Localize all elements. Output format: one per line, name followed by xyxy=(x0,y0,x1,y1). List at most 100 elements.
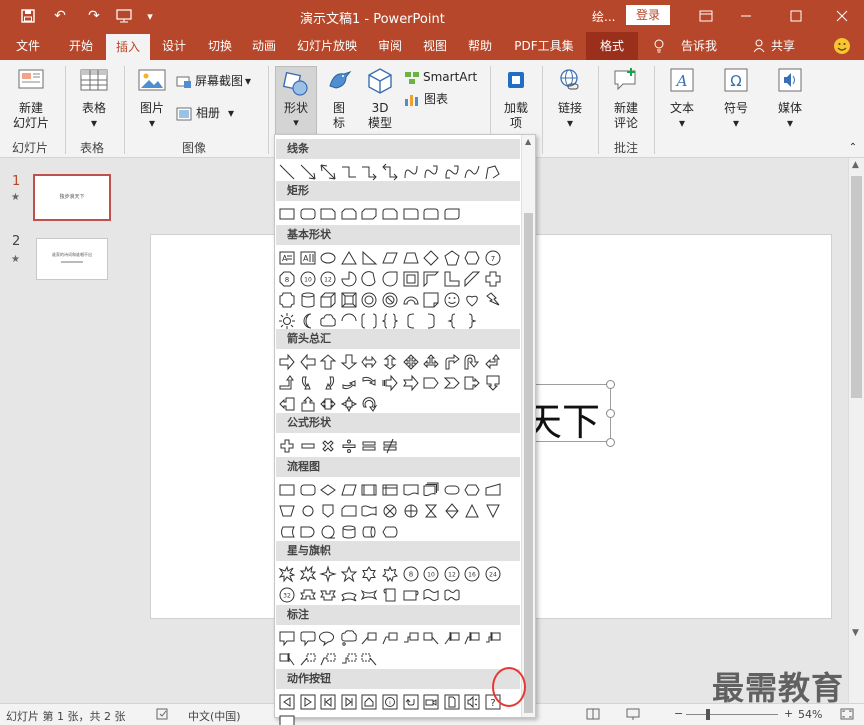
customize-qa-icon[interactable]: ▾ xyxy=(138,0,162,32)
star5-shape-icon[interactable] xyxy=(339,564,359,584)
display-shape-icon[interactable] xyxy=(380,522,400,542)
gallery-scroll-thumb[interactable] xyxy=(524,213,533,713)
wave-shape-icon[interactable] xyxy=(421,585,441,605)
language-indicator[interactable]: 中文(中国) xyxy=(188,708,241,724)
heptagon-shape-icon[interactable]: 7 xyxy=(483,248,503,268)
uturn-shape-icon[interactable] xyxy=(462,352,482,372)
frame-shape-icon[interactable] xyxy=(401,269,421,289)
document-shape-icon[interactable] xyxy=(401,480,421,500)
octagon-shape-icon[interactable]: 8 xyxy=(277,269,297,289)
preparation-shape-icon[interactable] xyxy=(462,480,482,500)
ab-forward-shape-icon[interactable] xyxy=(298,692,318,712)
ab-document-shape-icon[interactable] xyxy=(442,692,462,712)
merge-shape-icon[interactable] xyxy=(483,501,503,521)
gallery-scrollbar[interactable]: ▲ xyxy=(521,135,535,717)
teardrop-shape-icon[interactable] xyxy=(380,269,400,289)
star12-shape-icon[interactable]: 12 xyxy=(442,564,462,584)
curve-double-shape-icon[interactable] xyxy=(442,162,462,182)
zoom-out-icon[interactable]: − xyxy=(674,707,683,720)
tab-view[interactable]: 视图 xyxy=(413,32,457,60)
bentup-shape-icon[interactable] xyxy=(277,373,297,393)
star10-shape-icon[interactable]: 10 xyxy=(421,564,441,584)
elbow-shape-icon[interactable] xyxy=(339,162,359,182)
star7-shape-icon[interactable] xyxy=(380,564,400,584)
photo-album-button[interactable]: 相册 ▾ xyxy=(176,106,246,121)
star16-shape-icon[interactable]: 16 xyxy=(462,564,482,584)
collate-shape-icon[interactable] xyxy=(421,501,441,521)
plaque-shape-icon[interactable] xyxy=(277,290,297,310)
diamond-shape-icon[interactable] xyxy=(421,248,441,268)
chord-shape-icon[interactable] xyxy=(359,269,379,289)
ab-sound-shape-icon[interactable] xyxy=(462,692,482,712)
larrow-shape-icon[interactable] xyxy=(298,352,318,372)
manual-op-shape-icon[interactable] xyxy=(277,501,297,521)
rcallout-shape-icon[interactable] xyxy=(462,373,482,393)
star24-shape-icon[interactable]: 24 xyxy=(483,564,503,584)
ribbon-display-icon[interactable] xyxy=(686,0,726,32)
cube-shape-icon[interactable] xyxy=(318,290,338,310)
table-button[interactable]: 表格 ▾ xyxy=(72,66,116,131)
lrcallout-shape-icon[interactable] xyxy=(318,394,338,414)
undo-icon[interactable]: ↶ xyxy=(48,0,72,32)
lbrace-shape-icon[interactable] xyxy=(442,311,462,331)
rbrace-shape-icon[interactable] xyxy=(462,311,482,331)
curvedu-shape-icon[interactable] xyxy=(339,373,359,393)
ribbon-up-shape-icon[interactable] xyxy=(298,585,318,605)
maximize-icon[interactable] xyxy=(776,0,816,32)
snip-diag-shape-icon[interactable] xyxy=(359,204,379,224)
border-callout2-shape-icon[interactable] xyxy=(318,649,338,669)
collapse-ribbon-icon[interactable]: ⌃ xyxy=(846,140,860,155)
lrarrow-shape-icon[interactable] xyxy=(359,352,379,372)
minus-shape-icon[interactable] xyxy=(298,436,318,456)
tab-design[interactable]: 设计 xyxy=(152,32,196,60)
heart-shape-icon[interactable] xyxy=(462,290,482,310)
present-from-start-icon[interactable] xyxy=(112,0,136,32)
card-shape-icon[interactable] xyxy=(339,501,359,521)
line-shape-icon[interactable] xyxy=(277,162,297,182)
punched-tape-shape-icon[interactable] xyxy=(359,501,379,521)
tab-review[interactable]: 审阅 xyxy=(368,32,412,60)
summing-shape-icon[interactable] xyxy=(380,501,400,521)
title-textbox[interactable]: 天下 xyxy=(524,384,611,444)
uarrow-shape-icon[interactable] xyxy=(318,352,338,372)
donut-shape-icon[interactable] xyxy=(359,290,379,310)
tab-slideshow[interactable]: 幻灯片放映 xyxy=(290,32,364,60)
close-icon[interactable] xyxy=(822,0,862,32)
predefined-shape-icon[interactable] xyxy=(359,480,379,500)
offpage-shape-icon[interactable] xyxy=(318,501,338,521)
round-snip-shape-icon[interactable] xyxy=(380,204,400,224)
terminator-shape-icon[interactable] xyxy=(442,480,462,500)
icons-button[interactable]: 图 标 xyxy=(322,66,356,131)
hexagon-shape-icon[interactable] xyxy=(462,248,482,268)
tab-pdf-tools[interactable]: PDF工具集 xyxy=(506,32,582,60)
minimize-icon[interactable] xyxy=(726,0,766,32)
round-1-shape-icon[interactable] xyxy=(401,204,421,224)
notched-shape-icon[interactable] xyxy=(401,373,421,393)
curved-ribbon-up-shape-icon[interactable] xyxy=(339,585,359,605)
seq-storage-shape-icon[interactable] xyxy=(318,522,338,542)
star6-shape-icon[interactable] xyxy=(359,564,379,584)
decision-shape-icon[interactable] xyxy=(318,480,338,500)
elbow-double-shape-icon[interactable] xyxy=(380,162,400,182)
no-symbol-shape-icon[interactable] xyxy=(380,290,400,310)
slide-thumb-1[interactable]: 独步浪天下 xyxy=(33,174,111,221)
round-callout-shape-icon[interactable] xyxy=(298,628,318,648)
darrow-shape-icon[interactable] xyxy=(339,352,359,372)
equal-shape-icon[interactable] xyxy=(359,436,379,456)
curvedl-shape-icon[interactable] xyxy=(318,373,338,393)
account-name[interactable]: 绘... xyxy=(592,8,615,25)
line-callout1-shape-icon[interactable] xyxy=(359,628,379,648)
magnetic-disk-shape-icon[interactable] xyxy=(339,522,359,542)
sun-shape-icon[interactable] xyxy=(277,311,297,331)
vtextbox-shape-icon[interactable]: A xyxy=(298,248,318,268)
border-callout3-shape-icon[interactable] xyxy=(339,649,359,669)
dcallout-shape-icon[interactable] xyxy=(483,373,503,393)
symbols-button[interactable]: Ω 符号 ▾ xyxy=(714,66,758,131)
zoom-slider[interactable] xyxy=(686,714,778,715)
lruarrow-shape-icon[interactable] xyxy=(421,352,441,372)
alt-process-shape-icon[interactable] xyxy=(298,480,318,500)
curve-shape-icon[interactable] xyxy=(401,162,421,182)
bevel-shape-icon[interactable] xyxy=(339,290,359,310)
divide-shape-icon[interactable] xyxy=(339,436,359,456)
textbox-shape-icon[interactable]: A xyxy=(277,248,297,268)
